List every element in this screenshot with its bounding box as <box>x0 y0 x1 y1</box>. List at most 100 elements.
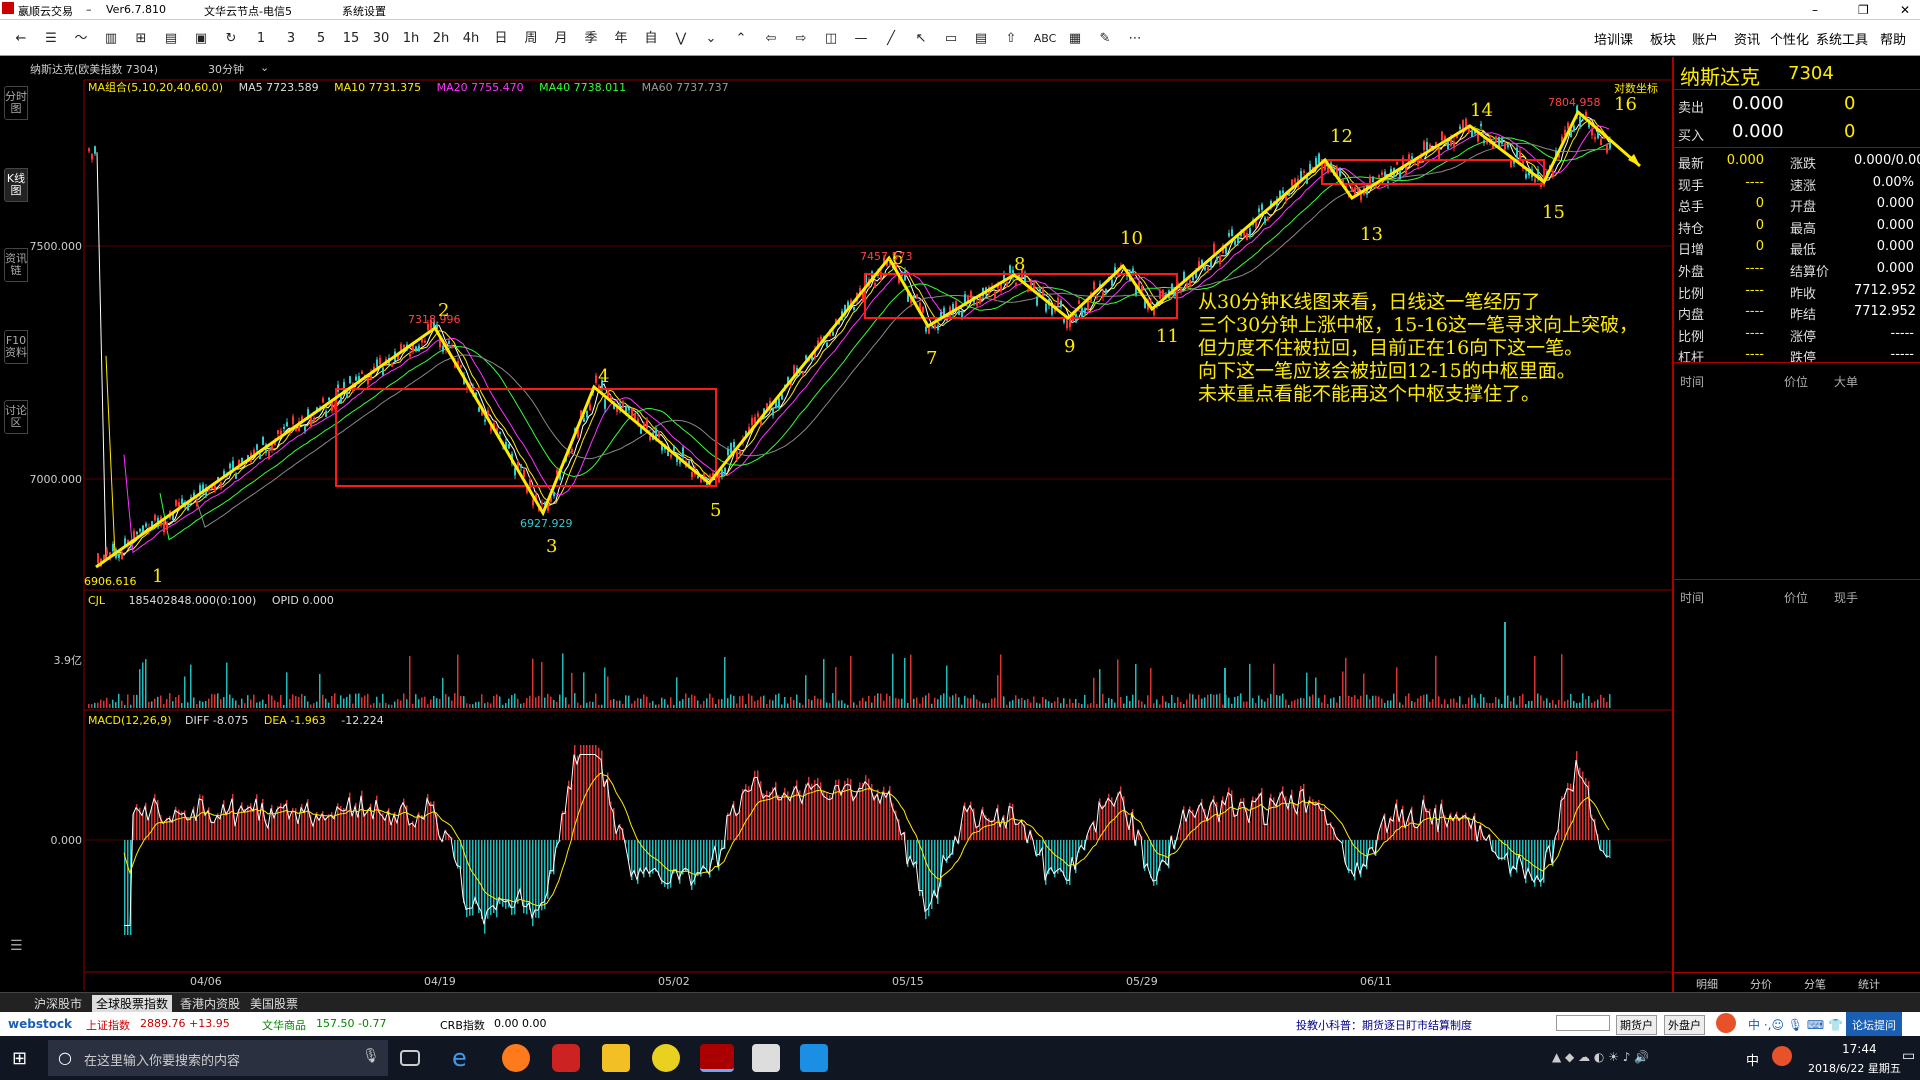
period-1h[interactable]: 1h <box>400 28 422 50</box>
sogou-icon[interactable] <box>1716 1013 1736 1033</box>
ma40-value: MA40 7738.011 <box>539 81 626 94</box>
period-4h[interactable]: 4h <box>460 28 482 50</box>
menu-icon[interactable]: ☰ <box>10 938 23 954</box>
period-month[interactable]: 月 <box>550 28 572 50</box>
menu-help[interactable]: 帮助 <box>1880 29 1906 48</box>
period-5m[interactable]: 5 <box>312 28 330 50</box>
tab-f10[interactable]: F10资料 <box>4 330 28 364</box>
writer-app-icon[interactable] <box>800 1044 828 1072</box>
tab-us-stocks[interactable]: 美国股票 <box>250 995 298 1012</box>
tab-news-chain[interactable]: 资讯链 <box>4 248 28 282</box>
refresh-icon[interactable]: ↻ <box>220 28 242 50</box>
ime-toolbar-icons[interactable]: 中 ·,☺ 🎙 ⌨ 👕 ✉ <box>1748 1016 1857 1033</box>
period-3m[interactable]: 3 <box>282 28 300 50</box>
period-2h[interactable]: 2h <box>430 28 452 50</box>
maximize-button[interactable]: ❐ <box>1858 3 1869 17</box>
arrow-left-icon[interactable]: ⇦ <box>760 28 782 50</box>
channel-icon[interactable]: ▤ <box>970 28 992 50</box>
futures-account-button[interactable]: 期货户 <box>1616 1015 1657 1035</box>
period-year[interactable]: 年 <box>610 28 632 50</box>
zoom-out-icon[interactable]: ⋁ <box>670 28 692 50</box>
server-label[interactable]: 文华云节点-电信5 <box>204 3 292 19</box>
period-quarter[interactable]: 季 <box>580 28 602 50</box>
notification-icon[interactable]: ▭ <box>1902 1048 1915 1064</box>
back-arrow-icon[interactable]: ← <box>10 28 32 50</box>
language-indicator[interactable]: 中 <box>1746 1050 1759 1069</box>
menu-sector[interactable]: 板块 <box>1650 29 1676 48</box>
sogou-tray-icon[interactable] <box>1772 1046 1792 1066</box>
rect-icon[interactable]: ▭ <box>940 28 962 50</box>
chart-area[interactable]: 12345678910111213141516 7500.000 7000.00… <box>30 77 1672 992</box>
hline-icon[interactable]: — <box>850 28 872 50</box>
zoom-in-icon[interactable]: ⌃ <box>730 28 752 50</box>
menu-account[interactable]: 账户 <box>1692 29 1718 48</box>
panel-tab-detail[interactable]: 明细 <box>1696 976 1718 992</box>
tab-cn-stocks[interactable]: 沪深股市 <box>34 995 82 1012</box>
tab-intraday[interactable]: 分时图 <box>4 86 28 120</box>
arrow-right-icon[interactable]: ⇨ <box>790 28 812 50</box>
menu-system-tools[interactable]: 系统工具 <box>1816 29 1868 48</box>
edge-icon[interactable]: e <box>452 1044 480 1072</box>
taskbar-search-box[interactable]: ○ 在这里输入你要搜索的内容 🎙 <box>48 1040 388 1076</box>
tab-discussion[interactable]: 讨论区 <box>4 400 28 434</box>
windows-start-icon[interactable]: ⊞ <box>12 1048 27 1069</box>
chevron-down-icon[interactable]: ⌄ <box>260 61 269 74</box>
text-tool[interactable]: ABC <box>1030 28 1060 50</box>
line-chart-icon[interactable]: 〜 <box>70 28 92 50</box>
panel-tab-price-dist[interactable]: 分价 <box>1750 976 1772 992</box>
period-15m[interactable]: 15 <box>340 28 362 50</box>
menu-personalize[interactable]: 个性化 <box>1770 29 1809 48</box>
log-coord-toggle[interactable]: 对数坐标 <box>1614 81 1658 95</box>
eraser-icon[interactable]: ✎ <box>1094 28 1116 50</box>
task-view-icon[interactable] <box>400 1050 420 1066</box>
panel-tab-ticks[interactable]: 分笔 <box>1804 976 1826 992</box>
volume-bar <box>1309 696 1311 708</box>
volume-bar <box>1354 695 1356 708</box>
tab-kline[interactable]: K线图 <box>4 168 28 202</box>
symbol-label[interactable]: 纳斯达克(欧美指数 7304) <box>30 61 158 77</box>
period-day[interactable]: 日 <box>490 28 512 50</box>
code-input[interactable] <box>1556 1015 1610 1031</box>
app-red-icon[interactable] <box>552 1044 580 1072</box>
period-selector[interactable]: 30分钟 <box>208 61 244 77</box>
menu-news[interactable]: 资讯 <box>1734 29 1760 48</box>
split-icon[interactable]: ◫ <box>820 28 842 50</box>
trendline-icon[interactable]: ╱ <box>880 28 902 50</box>
clock-time[interactable]: 17:44 <box>1842 1042 1877 1056</box>
clock-date[interactable]: 2018/6/22 星期五 <box>1808 1060 1901 1076</box>
volume-bar <box>238 704 240 708</box>
cursor-icon[interactable]: ↖ <box>910 28 932 50</box>
print-icon[interactable]: ▤ <box>160 28 182 50</box>
close-button[interactable]: ✕ <box>1900 3 1910 17</box>
candle-icon[interactable]: ▥ <box>100 28 122 50</box>
system-settings-tab[interactable]: 系统设置 <box>342 3 386 19</box>
zoom-out-icon-2[interactable]: ⌄ <box>700 28 722 50</box>
period-1m[interactable]: 1 <box>252 28 270 50</box>
tab-global-indices[interactable]: 全球股票指数 <box>92 995 173 1012</box>
list-icon[interactable]: ☰ <box>40 28 62 50</box>
wenhua-app-icon[interactable] <box>700 1044 734 1072</box>
edu-tip[interactable]: 投教小科普：期货逐日盯市结算制度 <box>1296 1017 1472 1033</box>
calculator-icon[interactable] <box>752 1044 780 1072</box>
forum-ask-button[interactable]: 论坛提问 <box>1846 1012 1902 1036</box>
app-yellow-icon[interactable] <box>652 1044 680 1072</box>
fill-icon[interactable]: ▦ <box>1064 28 1086 50</box>
volume-bar <box>793 700 795 708</box>
foreign-account-button[interactable]: 外盘户 <box>1664 1015 1705 1035</box>
minimize-button[interactable]: – <box>1812 3 1818 17</box>
period-week[interactable]: 周 <box>520 28 542 50</box>
period-30m[interactable]: 30 <box>370 28 392 50</box>
up-arrow-icon[interactable]: ⇧ <box>1000 28 1022 50</box>
microphone-icon[interactable]: 🎙 <box>362 1048 380 1064</box>
file-explorer-icon[interactable] <box>602 1044 630 1072</box>
save-icon[interactable]: ▣ <box>190 28 212 50</box>
volume-bar <box>919 703 921 708</box>
tray-icons[interactable]: ▲ ◆ ☁ ◐ ☀ ♪ 🔊 <box>1552 1050 1649 1064</box>
panel-tab-stats[interactable]: 统计 <box>1858 976 1880 992</box>
browser-icon[interactable] <box>502 1044 530 1072</box>
grid-icon[interactable]: ⊞ <box>130 28 152 50</box>
menu-training[interactable]: 培训课 <box>1594 29 1633 48</box>
tab-hk-stocks[interactable]: 香港内资股 <box>180 995 240 1012</box>
period-custom[interactable]: 自 <box>640 28 662 50</box>
more-button[interactable]: ⋯ <box>1124 28 1146 50</box>
